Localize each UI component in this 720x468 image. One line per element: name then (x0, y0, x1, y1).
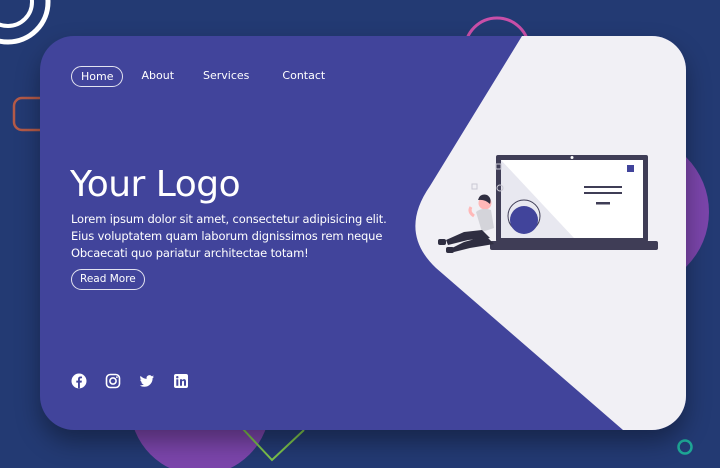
linkedin-icon[interactable] (173, 373, 189, 389)
social-links (71, 373, 207, 389)
instagram-icon[interactable] (105, 373, 121, 389)
nav-about[interactable]: About (141, 66, 174, 87)
facebook-icon[interactable] (71, 373, 87, 389)
hero-description: Lorem ipsum dolor sit amet, consectetur … (71, 212, 387, 260)
hero-title: Your Logo (70, 164, 241, 205)
main-nav: Home About Services Contact (71, 66, 325, 87)
hero-card: Home About Services Contact Your Logo Lo… (40, 36, 686, 430)
twitter-icon[interactable] (139, 373, 155, 389)
laptop-person-illustration (438, 155, 658, 253)
read-more-button[interactable]: Read More (71, 269, 145, 290)
nav-services[interactable]: Services (203, 66, 249, 87)
nav-home[interactable]: Home (71, 66, 124, 87)
nav-contact[interactable]: Contact (282, 66, 325, 87)
